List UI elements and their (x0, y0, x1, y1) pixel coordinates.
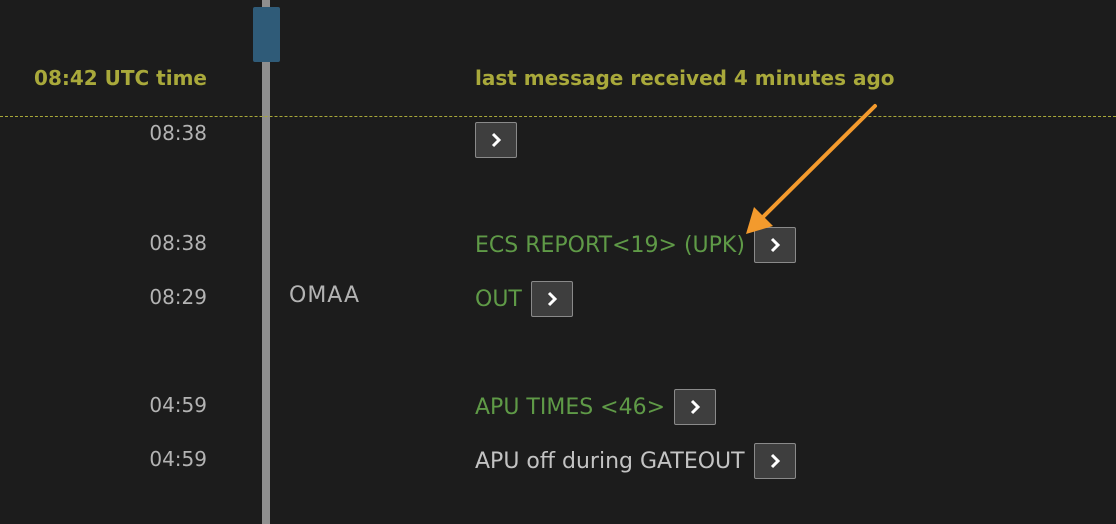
orange-arrow-annotation (746, 104, 877, 234)
message-timeline: 08:42 UTC time last message received 4 m… (0, 0, 1116, 524)
